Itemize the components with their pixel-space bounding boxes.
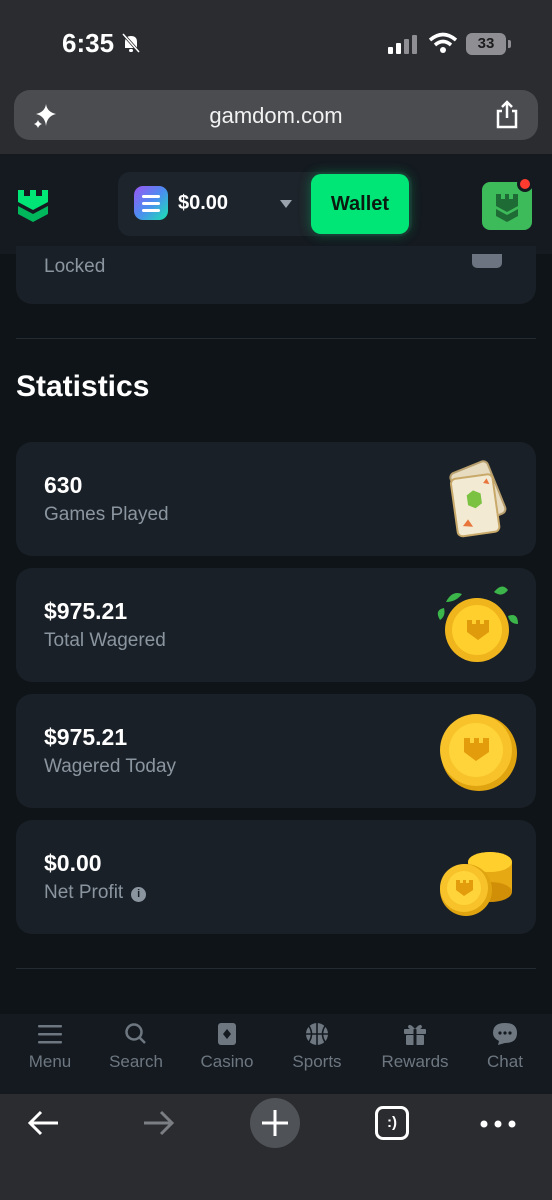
cellular-signal-icon — [388, 35, 417, 54]
gift-icon — [404, 1024, 426, 1045]
chevron-down-icon[interactable] — [280, 200, 292, 208]
browser-toolbar: :) — [0, 1094, 552, 1200]
menu-icon — [38, 1025, 62, 1044]
chat-icon — [493, 1023, 517, 1045]
stat-card-wagered-today: $975.21 Wagered Today — [16, 694, 536, 808]
coin-with-leaves-icon — [437, 586, 518, 662]
nav-item-sports[interactable]: Sports — [272, 1022, 362, 1072]
stat-value: $975.21 — [44, 724, 128, 750]
status-time: 6:35 — [62, 28, 115, 58]
nav-label: Search — [109, 1052, 163, 1071]
statistics-title: Statistics — [16, 370, 150, 403]
share-icon[interactable] — [494, 100, 520, 130]
nav-item-casino[interactable]: Casino — [182, 1022, 272, 1072]
nav-label: Chat — [487, 1052, 523, 1071]
search-icon — [125, 1023, 146, 1044]
nav-label: Sports — [292, 1052, 342, 1071]
nav-label: Rewards — [381, 1052, 449, 1071]
stat-label-wrapper: Net Profit i — [44, 882, 147, 904]
bell-muted-icon — [121, 33, 141, 53]
status-bar: 6:35 33 — [0, 0, 552, 88]
battery-indicator: 33 — [466, 33, 506, 55]
solana-currency-icon — [134, 186, 168, 220]
stat-label: Total Wagered — [44, 630, 166, 651]
balance-amount[interactable]: $0.00 — [178, 192, 228, 215]
stat-value: 630 — [44, 472, 83, 498]
coin-icon — [440, 714, 517, 791]
address-bar[interactable]: gamdom.com — [14, 90, 538, 140]
locked-label: Locked — [44, 256, 106, 277]
stat-label: Net Profit — [44, 882, 124, 903]
new-tab-button[interactable] — [250, 1098, 300, 1148]
stat-label: Games Played — [44, 504, 169, 525]
stat-card-games-played: 630 Games Played — [16, 442, 536, 556]
stat-card-total-wagered: $975.21 Total Wagered — [16, 568, 536, 682]
stat-card-net-profit: $0.00 Net Profit i — [16, 820, 536, 934]
lock-icon — [472, 254, 502, 268]
divider — [16, 968, 536, 969]
nav-item-menu[interactable]: Menu — [5, 1022, 95, 1072]
stat-label: Wagered Today — [44, 756, 177, 777]
battery-tip — [508, 40, 511, 48]
wallet-button[interactable]: Wallet — [311, 174, 409, 234]
notification-dot — [517, 176, 533, 192]
coin-stack-icon — [440, 852, 512, 916]
nav-label: Menu — [28, 1052, 72, 1071]
divider — [16, 338, 536, 339]
bottom-nav: Menu Search Casino Sports Rewards Chat — [0, 1014, 552, 1094]
url-text[interactable]: gamdom.com — [14, 103, 538, 129]
casino-card-icon — [218, 1023, 236, 1045]
forward-arrow-icon[interactable] — [142, 1108, 176, 1138]
info-icon[interactable]: i — [131, 887, 147, 902]
back-arrow-icon[interactable] — [26, 1108, 60, 1138]
more-options-icon[interactable] — [480, 1120, 516, 1128]
nav-item-chat[interactable]: Chat — [460, 1022, 550, 1072]
nav-item-search[interactable]: Search — [91, 1022, 181, 1072]
tabs-button[interactable]: :) — [375, 1106, 409, 1140]
gamdom-logo-icon[interactable] — [14, 184, 52, 224]
wifi-icon — [428, 32, 458, 53]
nav-label: Casino — [200, 1052, 254, 1071]
basketball-icon — [306, 1023, 328, 1045]
playing-cards-icon — [449, 460, 507, 538]
stat-value: $0.00 — [44, 850, 102, 876]
plus-icon — [262, 1110, 288, 1136]
stat-value: $975.21 — [44, 598, 128, 624]
nav-item-rewards[interactable]: Rewards — [370, 1022, 460, 1072]
